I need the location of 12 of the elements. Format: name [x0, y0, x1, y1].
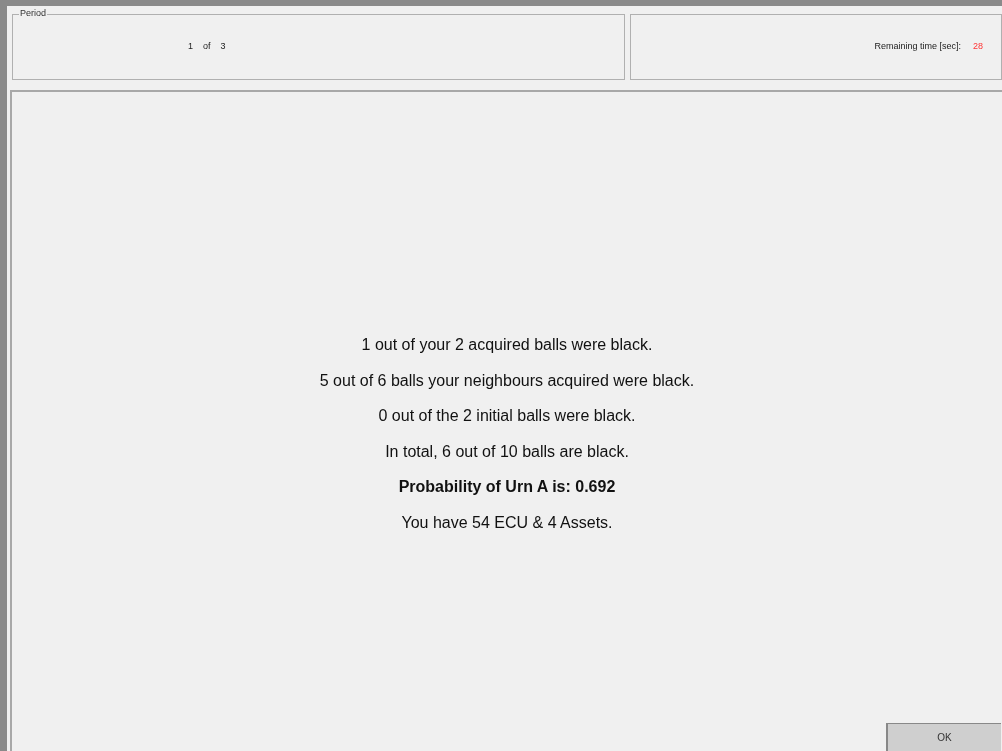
result-message: 1 out of your 2 acquired balls were black.: [361, 335, 653, 355]
result-message: Probability of Urn A is: 0.692: [398, 477, 616, 497]
period-of-label: of: [203, 40, 211, 54]
period-total: 3: [220, 40, 226, 54]
ok-button[interactable]: OK: [886, 723, 1001, 751]
result-message: 0 out of the 2 initial balls were black.: [378, 406, 636, 426]
timer-value: 28: [973, 40, 983, 54]
timer-label: Remaining time [sec]:: [874, 40, 961, 54]
result-message: 5 out of 6 balls your neighbours acquired were black.: [319, 370, 695, 391]
result-message: You have 54 ECU & 4 Assets.: [401, 512, 613, 533]
result-message: In total, 6 out of 10 balls are black.: [385, 441, 629, 462]
period-current: 1: [188, 40, 193, 54]
